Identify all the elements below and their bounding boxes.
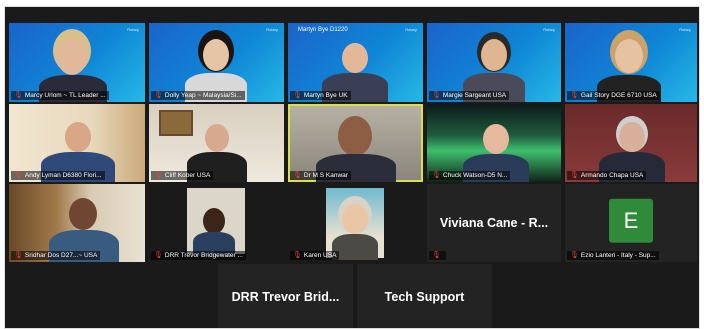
muted-mic-icon: 🎙︎ [293, 92, 302, 99]
virtual-background-caption: Martyn Bye D1220 [298, 27, 348, 33]
rotary-logo: Rotary [679, 27, 691, 32]
video-tile-armando[interactable]: 🎙︎ Armando Chapa USA [565, 104, 697, 182]
video-tile-ezio[interactable]: E 🎙︎ Ezio Lanteri - Italy - Sup... [565, 184, 697, 262]
participant-display-name: DRR Trevor Brid... [231, 290, 340, 304]
muted-mic-icon: 🎙︎ [293, 252, 302, 259]
muted-mic-icon: 🎙︎ [154, 92, 163, 99]
video-tile-andy[interactable]: 🎙︎ Andy Lyman D6380 Flori... [9, 104, 145, 182]
participant-name-label: 🎙︎ Martyn Bye UK [290, 91, 351, 100]
video-tile-margie[interactable]: Rotary 🎙︎ Margie Sargeant USA [427, 23, 561, 102]
video-tile-dolly[interactable]: Rotary 🎙︎ Dolly Yeap ~ Malaysia/Si... [149, 23, 284, 102]
participant-name-label: 🎙︎ [429, 251, 446, 260]
participant-display-name: Tech Support [384, 290, 465, 304]
rotary-logo: Rotary [127, 27, 139, 32]
rotary-logo: Rotary [543, 27, 555, 32]
participant-name-label: 🎙︎ Marcy Urlom ~ TL Leader ... [11, 91, 109, 100]
participant-name-label: 🎙︎ Ezio Lanteri - Italy - Sup... [567, 251, 659, 260]
muted-mic-icon: 🎙︎ [14, 252, 23, 259]
rotary-logo: Rotary [266, 27, 278, 32]
participant-name-label: 🎙︎ DRR Trevor Bridgewater ... [151, 251, 246, 260]
muted-mic-icon: 🎙︎ [570, 92, 579, 99]
participant-name-label: 🎙︎ Chuck Watson-D5 N... [429, 171, 511, 180]
video-tile-sridhar[interactable]: 🎙︎ Sridhar Dos D27...~ USA [9, 184, 145, 262]
video-tile-kanwar-active-speaker[interactable]: 🎙︎ Dr M S Kanwar [288, 104, 423, 182]
participant-name-label: 🎙︎ Dolly Yeap ~ Malaysia/Si... [151, 91, 245, 100]
participant-name-label: 🎙︎ Sridhar Dos D27...~ USA [11, 251, 101, 260]
video-tile-cliff[interactable]: 🎙︎ Cliff Kober USA [149, 104, 284, 182]
video-tile-gail[interactable]: Rotary 🎙︎ Gail Story DGE 6710 USA [565, 23, 697, 102]
avatar: E [609, 198, 653, 243]
video-tile-trevor-camera[interactable]: 🎙︎ DRR Trevor Bridgewater ... [149, 184, 284, 262]
muted-mic-icon: 🎙︎ [154, 252, 163, 259]
video-tile-karen[interactable]: 🎙︎ Karen USA [288, 184, 423, 262]
muted-mic-icon: 🎙︎ [570, 172, 579, 179]
video-tile-drr-trevor-bridgewater[interactable]: DRR Trevor Brid... [218, 264, 353, 328]
muted-mic-icon: 🎙︎ [14, 92, 23, 99]
participant-name-label: 🎙︎ Cliff Kober USA [151, 171, 214, 180]
participant-name-label: 🎙︎ Karen USA [290, 251, 340, 260]
muted-mic-icon: 🎙︎ [432, 252, 441, 259]
participant-name-label: 🎙︎ Gail Story DGE 6710 USA [567, 91, 660, 100]
video-tile-chuck[interactable]: 🎙︎ Chuck Watson-D5 N... [427, 104, 561, 182]
video-tile-martyn[interactable]: Martyn Bye D1220 Rotary 🎙︎ Martyn Bye UK [288, 23, 423, 102]
participant-display-name: Viviana Cane - R... [439, 216, 549, 230]
participant-name-label: 🎙︎ Armando Chapa USA [567, 171, 647, 180]
rotary-logo: Rotary [405, 27, 417, 32]
participant-name-label: 🎙︎ Margie Sargeant USA [429, 91, 510, 100]
muted-mic-icon: 🎙︎ [432, 172, 441, 179]
muted-mic-icon: 🎙︎ [14, 172, 23, 179]
muted-mic-icon: 🎙︎ [293, 172, 302, 179]
gallery-view: Rotary 🎙︎ Marcy Urlom ~ TL Leader ... Rot… [4, 6, 700, 329]
muted-mic-icon: 🎙︎ [570, 252, 579, 259]
participant-name-label: 🎙︎ Andy Lyman D6380 Flori... [11, 171, 105, 180]
video-tile-viviana-camera-off[interactable]: Viviana Cane - R... 🎙︎ [427, 184, 561, 262]
muted-mic-icon: 🎙︎ [154, 172, 163, 179]
participant-name-label: 🎙︎ Dr M S Kanwar [290, 171, 351, 180]
video-tile-marcy[interactable]: Rotary 🎙︎ Marcy Urlom ~ TL Leader ... [9, 23, 145, 102]
video-tile-tech-support[interactable]: Tech Support [357, 264, 492, 328]
muted-mic-icon: 🎙︎ [432, 92, 441, 99]
